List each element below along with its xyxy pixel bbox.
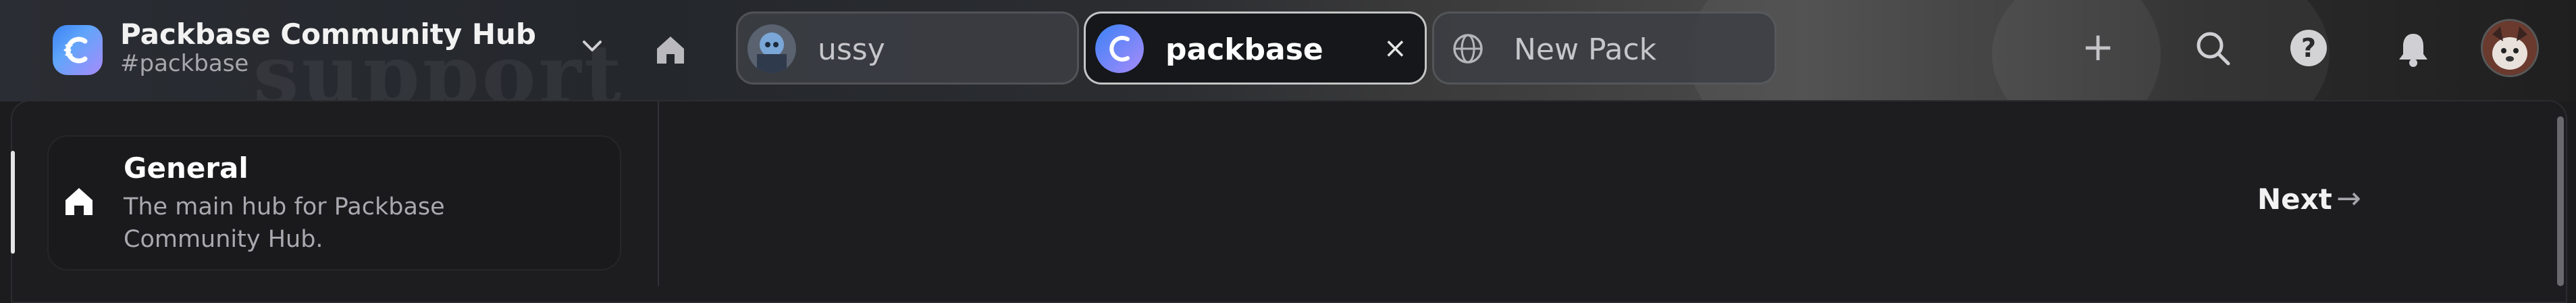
search-icon[interactable] [2193, 28, 2232, 68]
tab-ussy[interactable]: ussy [736, 11, 1079, 85]
hub-logo-icon[interactable] [53, 25, 103, 75]
chevron-down-icon[interactable] [577, 31, 607, 61]
hub-title: Packbase Community Hub [120, 18, 536, 51]
tab-packbase[interactable]: packbase × [1084, 11, 1427, 85]
logo-icon [63, 37, 88, 64]
background-decoration [1992, 0, 2330, 101]
avatar [1095, 24, 1144, 73]
active-channel-indicator [11, 151, 15, 254]
tab-label: New Pack [1514, 32, 1657, 67]
channel-name: General [124, 152, 248, 185]
avatar [747, 24, 796, 73]
tab-label: ussy [818, 32, 885, 67]
hub-handle: #packbase [120, 50, 249, 77]
bell-icon[interactable] [2395, 30, 2432, 68]
globe-icon [1444, 24, 1492, 73]
home-icon [62, 184, 96, 218]
channel-description: The main hub for Packbase Community Hub. [124, 193, 445, 253]
plus-icon[interactable]: + [2081, 27, 2115, 66]
home-icon[interactable] [650, 30, 691, 70]
scrollbar[interactable] [2557, 116, 2564, 286]
tab-new-pack[interactable]: New Pack [1432, 11, 1777, 85]
next-button[interactable]: Next [2257, 183, 2332, 216]
sidebar-divider [658, 101, 659, 286]
arrow-right-icon[interactable]: → [2336, 181, 2361, 216]
tab-label: packbase [1165, 32, 1323, 67]
user-avatar[interactable] [2481, 19, 2539, 77]
help-icon[interactable]: ? [2290, 30, 2327, 66]
close-icon[interactable]: × [1384, 32, 1407, 64]
